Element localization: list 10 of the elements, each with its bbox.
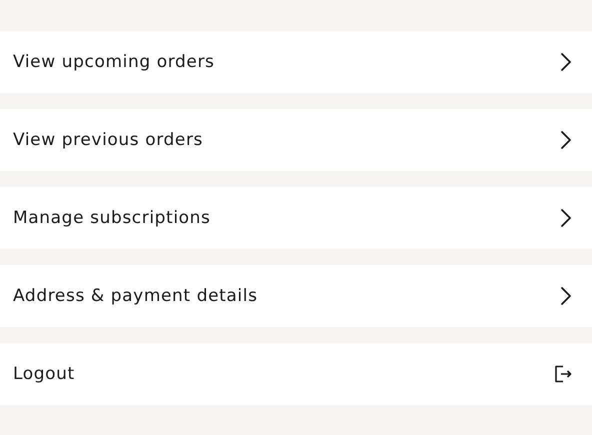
chevron-right-icon: [560, 208, 572, 228]
chevron-right-icon: [560, 52, 572, 72]
chevron-right-icon: [560, 286, 572, 306]
chevron-right-icon: [560, 130, 572, 150]
menu-item[interactable]: Logout: [0, 343, 592, 405]
menu-item[interactable]: View previous orders: [0, 109, 592, 171]
menu-item[interactable]: Address & payment details: [0, 265, 592, 327]
logout-icon: [554, 365, 572, 383]
menu-item[interactable]: Manage subscriptions: [0, 187, 592, 249]
menu-item[interactable]: View upcoming orders: [0, 31, 592, 93]
